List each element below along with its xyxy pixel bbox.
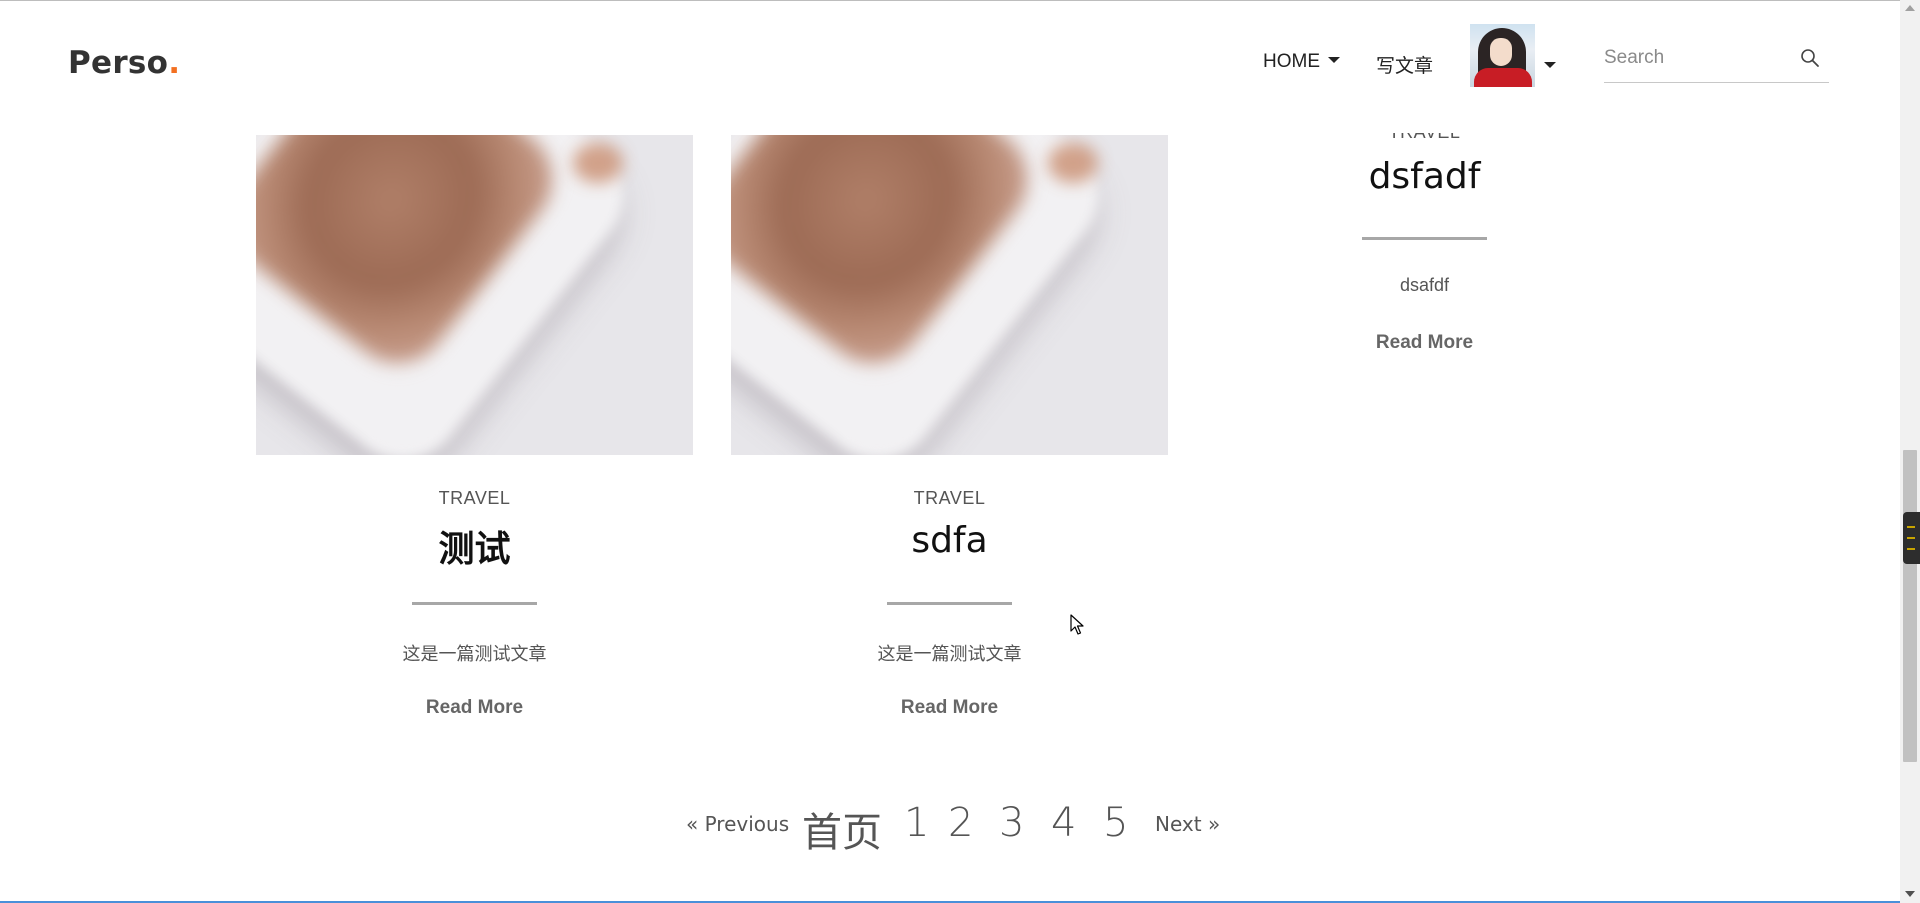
read-more-link[interactable]: Read More — [731, 697, 1168, 719]
nav-write-article[interactable]: 写文章 — [1376, 51, 1433, 78]
pagination: « Previous 首页 1 2 3 4 5 Next » — [0, 800, 1900, 856]
pagination-page-2[interactable]: 2 — [948, 800, 973, 846]
post-excerpt: 这是一篇测试文章 — [877, 644, 1022, 664]
vertical-scrollbar[interactable] — [1900, 0, 1920, 903]
post-divider — [887, 602, 1012, 605]
user-menu[interactable] — [1470, 24, 1556, 87]
pagination-first[interactable]: 首页 — [802, 800, 882, 858]
read-more-link[interactable]: Read More — [1206, 332, 1643, 354]
post-title[interactable]: dsfadf — [1206, 156, 1643, 197]
mouse-cursor-icon — [1070, 614, 1084, 635]
post-thumbnail[interactable] — [731, 135, 1168, 455]
caret-down-icon — [1544, 62, 1556, 68]
post-excerpt: 这是一篇测试文章 — [402, 644, 547, 664]
pagination-page-1[interactable]: 1 — [904, 800, 929, 846]
post-title[interactable]: 测试 — [256, 520, 693, 572]
site-header: Perso. HOME 写文章 — [0, 1, 1900, 133]
caret-down-icon — [1328, 56, 1340, 63]
logo-text: Perso — [68, 45, 169, 81]
nav-home-label: HOME — [1263, 51, 1320, 72]
pagination-next[interactable]: Next » — [1155, 812, 1220, 836]
post-category: TRAVEL — [438, 488, 511, 508]
scrollbar-thumb[interactable] — [1903, 450, 1917, 762]
side-tool-widget[interactable] — [1903, 512, 1920, 564]
post-title[interactable]: sdfa — [731, 520, 1168, 561]
pagination-page-5[interactable]: 5 — [1103, 800, 1128, 846]
post-divider — [412, 602, 537, 605]
scroll-up-arrow-icon[interactable] — [1905, 5, 1915, 11]
nav-home-dropdown[interactable]: HOME — [1263, 51, 1340, 73]
pagination-page-4[interactable]: 4 — [1051, 800, 1076, 846]
pagination-page-3[interactable]: 3 — [999, 800, 1024, 846]
post-excerpt: dsafdf — [1399, 275, 1450, 295]
scroll-down-arrow-icon[interactable] — [1905, 891, 1915, 897]
site-logo[interactable]: Perso. — [68, 45, 180, 81]
search-box — [1604, 36, 1829, 83]
search-input[interactable] — [1604, 44, 1784, 72]
read-more-link[interactable]: Read More — [256, 697, 693, 719]
logo-dot: . — [168, 45, 181, 81]
pagination-previous[interactable]: « Previous — [686, 812, 789, 836]
post-category: TRAVEL — [913, 488, 986, 508]
post-thumbnail[interactable] — [256, 135, 693, 455]
post-divider — [1362, 237, 1487, 240]
search-icon[interactable] — [1800, 48, 1820, 68]
avatar[interactable] — [1470, 24, 1535, 87]
